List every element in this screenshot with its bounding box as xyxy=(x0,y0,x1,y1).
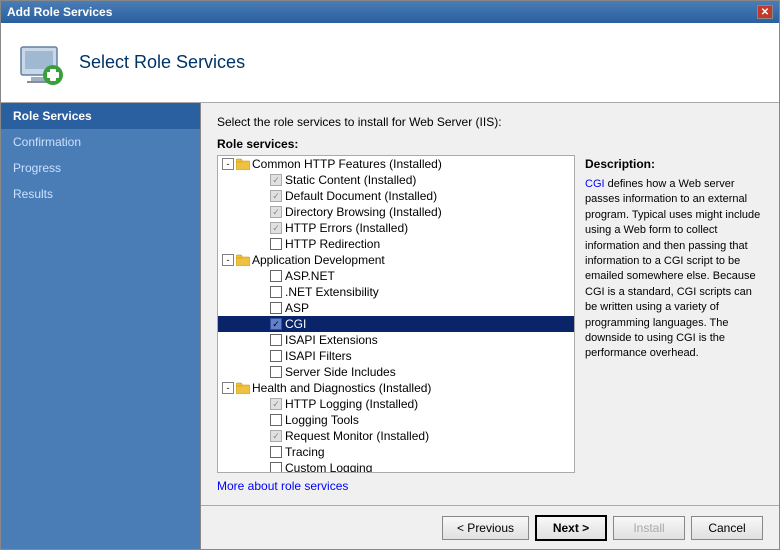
item-logging-tools[interactable]: Logging Tools xyxy=(218,412,574,428)
content-area: Select the role services to install for … xyxy=(201,103,779,549)
content-inner: Select the role services to install for … xyxy=(201,103,779,505)
cb-tracing[interactable] xyxy=(270,446,282,458)
cb-http-errors[interactable]: ✓ xyxy=(270,222,282,234)
role-services-label: Role services: xyxy=(217,137,763,151)
cb-server-side-includes[interactable] xyxy=(270,366,282,378)
item-request-monitor[interactable]: ✓ Request Monitor (Installed) xyxy=(218,428,574,444)
previous-button[interactable]: < Previous xyxy=(442,516,529,540)
item-asp[interactable]: ASP xyxy=(218,300,574,316)
description-panel: Description: CGI defines how a Web serve… xyxy=(583,155,763,473)
cb-logging-tools[interactable] xyxy=(270,414,282,426)
more-about-link[interactable]: More about role services xyxy=(217,479,763,493)
header-section: Select Role Services xyxy=(1,23,779,103)
sidebar-item-progress[interactable]: Progress xyxy=(1,155,200,181)
group-common-http[interactable]: - Common HTTP Features (Installed) xyxy=(218,156,574,172)
sidebar-item-results[interactable]: Results xyxy=(1,181,200,207)
item-directory-browsing[interactable]: ✓ Directory Browsing (Installed) xyxy=(218,204,574,220)
header-icon xyxy=(17,39,65,87)
add-role-services-window: Add Role Services ✕ Select Role Services… xyxy=(0,0,780,550)
item-net-extensibility[interactable]: .NET Extensibility xyxy=(218,284,574,300)
item-server-side-includes[interactable]: Server Side Includes xyxy=(218,364,574,380)
services-list[interactable]: - Common HTTP Features (Installed) ✓ Sta… xyxy=(217,155,575,473)
description-title: Description: xyxy=(585,157,761,171)
cb-net-extensibility[interactable] xyxy=(270,286,282,298)
expand-common-http[interactable]: - xyxy=(222,158,234,170)
folder-icon-common-http xyxy=(236,158,250,170)
cb-asp-net[interactable] xyxy=(270,270,282,282)
item-http-logging[interactable]: ✓ HTTP Logging (Installed) xyxy=(218,396,574,412)
window-title: Add Role Services xyxy=(7,5,112,19)
cb-isapi-extensions[interactable] xyxy=(270,334,282,346)
cb-http-redirection[interactable] xyxy=(270,238,282,250)
cb-isapi-filters[interactable] xyxy=(270,350,282,362)
cb-custom-logging[interactable] xyxy=(270,462,282,473)
main-body: Role Services Confirmation Progress Resu… xyxy=(1,103,779,549)
expand-health-diagnostics[interactable]: - xyxy=(222,382,234,394)
folder-icon-health xyxy=(236,382,250,394)
cb-static-content[interactable]: ✓ xyxy=(270,174,282,186)
expand-app-development[interactable]: - xyxy=(222,254,234,266)
install-button[interactable]: Install xyxy=(613,516,685,540)
item-asp-net[interactable]: ASP.NET xyxy=(218,268,574,284)
item-isapi-filters[interactable]: ISAPI Filters xyxy=(218,348,574,364)
item-custom-logging[interactable]: Custom Logging xyxy=(218,460,574,473)
item-static-content[interactable]: ✓ Static Content (Installed) xyxy=(218,172,574,188)
sidebar-item-confirmation[interactable]: Confirmation xyxy=(1,129,200,155)
footer: < Previous Next > Install Cancel xyxy=(201,505,779,549)
item-tracing[interactable]: Tracing xyxy=(218,444,574,460)
sidebar: Role Services Confirmation Progress Resu… xyxy=(1,103,201,549)
cancel-button[interactable]: Cancel xyxy=(691,516,763,540)
group-app-development[interactable]: - Application Development xyxy=(218,252,574,268)
next-button[interactable]: Next > xyxy=(535,515,607,541)
description-text: CGI defines how a Web server passes info… xyxy=(585,177,761,362)
cb-asp[interactable] xyxy=(270,302,282,314)
cb-http-logging[interactable]: ✓ xyxy=(270,398,282,410)
item-isapi-extensions[interactable]: ISAPI Extensions xyxy=(218,332,574,348)
cgi-link[interactable]: CGI xyxy=(585,178,605,190)
cb-request-monitor[interactable]: ✓ xyxy=(270,430,282,442)
item-http-redirection[interactable]: HTTP Redirection xyxy=(218,236,574,252)
cb-default-document[interactable]: ✓ xyxy=(270,190,282,202)
page-title: Select Role Services xyxy=(79,52,245,73)
instruction-text: Select the role services to install for … xyxy=(217,115,763,129)
item-cgi[interactable]: ✓ CGI xyxy=(218,316,574,332)
list-and-desc: - Common HTTP Features (Installed) ✓ Sta… xyxy=(217,155,763,473)
folder-icon-app-dev xyxy=(236,254,250,266)
item-default-document[interactable]: ✓ Default Document (Installed) xyxy=(218,188,574,204)
sidebar-item-role-services[interactable]: Role Services xyxy=(1,103,200,129)
title-bar: Add Role Services ✕ xyxy=(1,1,779,23)
close-button[interactable]: ✕ xyxy=(757,5,773,19)
item-http-errors[interactable]: ✓ HTTP Errors (Installed) xyxy=(218,220,574,236)
cb-directory-browsing[interactable]: ✓ xyxy=(270,206,282,218)
group-health-diagnostics[interactable]: - Health and Diagnostics (Installed) xyxy=(218,380,574,396)
cb-cgi[interactable]: ✓ xyxy=(270,318,282,330)
